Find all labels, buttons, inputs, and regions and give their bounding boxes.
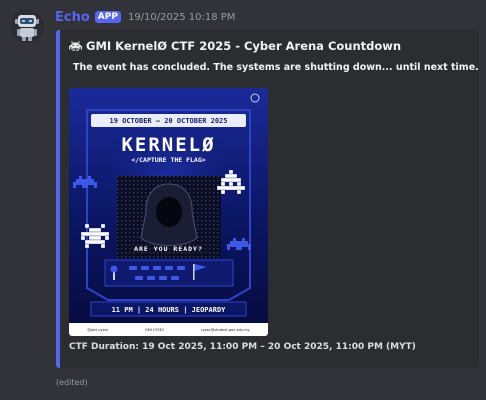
bot-avatar[interactable] <box>10 9 44 43</box>
poster-prompt: ARE YOU READY? <box>134 245 203 253</box>
embed-description-row: The event has concluded. The systems are… <box>69 61 479 73</box>
author-name[interactable]: Echo <box>55 10 90 25</box>
embed-footer: CTF Duration: 19 Oct 2025, 11:00 PM – 20… <box>69 342 416 352</box>
poster-contact-name: GMI CYSEC <box>145 327 165 332</box>
embed-title-row: GMI KernelØ CTF 2025 - Cyber Arena Count… <box>69 39 469 53</box>
poster-contacts: @gmi.cysec GMI CYSEC cysec@student.gmi.e… <box>69 323 268 336</box>
poster-title: KERNELØ <box>121 134 216 156</box>
edited-label: (edited) <box>56 378 88 387</box>
event-poster-image[interactable]: 19 OCTOBER – 20 OCTOBER 2025 KERNELØ </C… <box>69 88 268 336</box>
embed-title[interactable]: GMI KernelØ CTF 2025 - Cyber Arena Count… <box>86 39 401 53</box>
poster-dates: 19 OCTOBER – 20 OCTOBER 2025 <box>109 117 228 125</box>
embed-card: GMI KernelØ CTF 2025 - Cyber Arena Count… <box>56 30 479 368</box>
poster-contact-email: cysec@student.gmi.edu.my <box>200 327 250 332</box>
poster-details: 11 PM | 24 HOURS | JEOPARDY <box>111 306 226 314</box>
poster-artwork <box>69 88 268 336</box>
poster-subtitle: </CAPTURE THE FLAG> <box>131 156 206 164</box>
app-badge: APP <box>94 11 121 23</box>
robot-avatar-icon <box>15 15 39 41</box>
embed-description: The event has concluded. The systems are… <box>73 61 479 73</box>
message-timestamp: 19/10/2025 10:18 PM <box>127 11 236 23</box>
space-invader-icon <box>69 41 82 51</box>
poster-contact-instagram: @gmi.cysec <box>87 327 109 332</box>
message-header: Echo APP 19/10/2025 10:18 PM <box>55 10 236 25</box>
